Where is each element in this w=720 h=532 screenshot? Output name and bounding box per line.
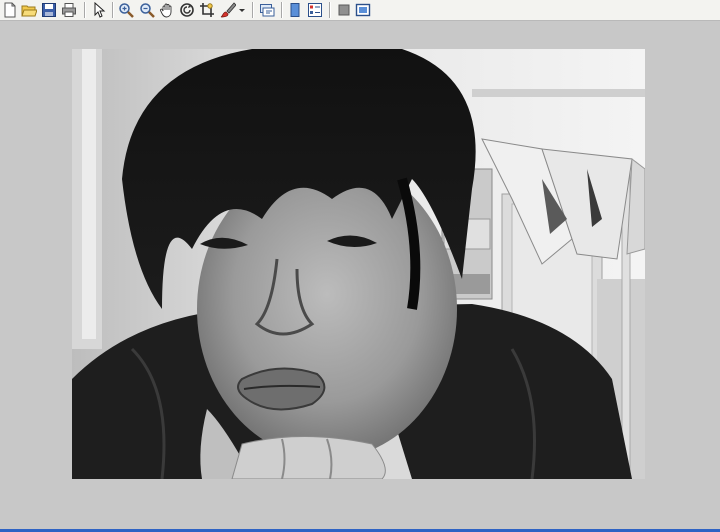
displayed-photo (72, 49, 645, 479)
zoom-in-icon[interactable] (117, 1, 135, 19)
dropdown-arrow-icon[interactable] (237, 1, 247, 19)
rotate-icon[interactable] (178, 1, 196, 19)
zoom-out-icon[interactable] (138, 1, 156, 19)
print-icon[interactable] (60, 1, 78, 19)
toolbar-separator (329, 2, 331, 18)
pan-hand-icon[interactable] (158, 1, 176, 19)
thumbnails-icon[interactable] (306, 1, 324, 19)
toolbar-separator (112, 2, 114, 18)
stop-icon[interactable] (335, 1, 353, 19)
new-document-icon[interactable] (1, 1, 19, 19)
toolbar-separator (84, 2, 86, 18)
toolbar-separator (252, 2, 254, 18)
fullscreen-icon[interactable] (354, 1, 372, 19)
save-icon[interactable] (40, 1, 58, 19)
toolbar (0, 0, 720, 21)
single-page-icon[interactable] (286, 1, 304, 19)
crop-icon[interactable] (198, 1, 216, 19)
slideshow-icon[interactable] (258, 1, 276, 19)
photo-illustration (72, 49, 645, 479)
toolbar-separator (281, 2, 283, 18)
open-folder-icon[interactable] (20, 1, 38, 19)
paint-brush-icon[interactable] (219, 1, 237, 19)
select-pointer-icon[interactable] (90, 1, 108, 19)
